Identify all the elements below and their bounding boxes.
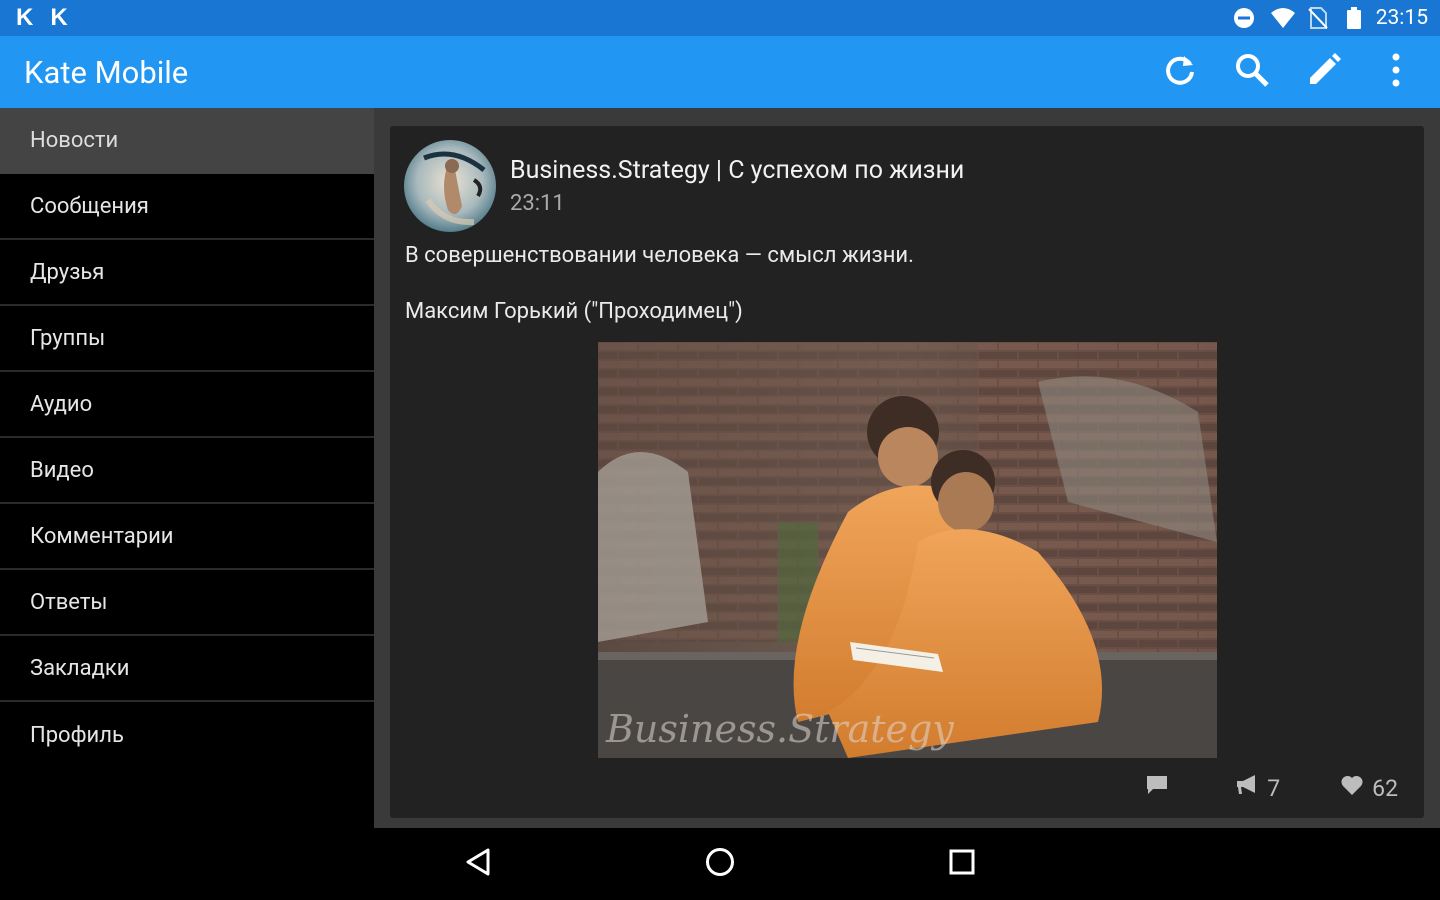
post-text: В совершенствовании человека — смысл жиз… bbox=[405, 242, 914, 354]
megaphone-icon bbox=[1235, 774, 1259, 802]
comment-icon bbox=[1145, 774, 1169, 802]
sidebar-item-video[interactable]: Видео bbox=[0, 438, 374, 504]
sidebar-item-groups[interactable]: Группы bbox=[0, 306, 374, 372]
recent-apps-button[interactable] bbox=[922, 828, 1002, 900]
sidebar-item-comments[interactable]: Комментарии bbox=[0, 504, 374, 570]
repost-button[interactable]: 7 bbox=[1235, 774, 1280, 802]
compose-button[interactable] bbox=[1288, 36, 1360, 108]
refresh-button[interactable] bbox=[1144, 36, 1216, 108]
sidebar-item-friends[interactable]: Друзья bbox=[0, 240, 374, 306]
overflow-menu-icon bbox=[1390, 52, 1402, 92]
kate-notification-icon: K bbox=[16, 4, 33, 31]
kate-notification-icon: K bbox=[50, 4, 67, 31]
post-text-line: В совершенствовании человека — смысл жиз… bbox=[405, 243, 914, 268]
repost-count: 7 bbox=[1267, 774, 1281, 802]
recent-apps-icon bbox=[948, 848, 976, 880]
group-avatar[interactable] bbox=[404, 140, 496, 232]
app-title: Kate Mobile bbox=[24, 53, 189, 91]
action-bar: Kate Mobile bbox=[0, 36, 1440, 108]
no-sim-icon bbox=[1307, 6, 1332, 30]
battery-icon bbox=[1346, 6, 1362, 30]
post-photo[interactable]: Business.Strategy bbox=[598, 342, 1217, 758]
post-header: Business.Strategy | С успехом по жизни 2… bbox=[404, 140, 964, 232]
overflow-menu-button[interactable] bbox=[1360, 36, 1432, 108]
search-icon bbox=[1234, 52, 1270, 92]
like-button[interactable]: 62 bbox=[1340, 774, 1398, 802]
home-icon bbox=[704, 846, 736, 882]
news-feed[interactable]: Business.Strategy | С успехом по жизни 2… bbox=[374, 108, 1440, 828]
post-card[interactable]: Business.Strategy | С успехом по жизни 2… bbox=[390, 126, 1424, 818]
edit-icon bbox=[1306, 52, 1342, 92]
home-button[interactable] bbox=[680, 828, 760, 900]
post-author[interactable]: Business.Strategy | С успехом по жизни bbox=[510, 156, 964, 185]
back-button[interactable] bbox=[438, 828, 518, 900]
status-bar: K K 23:15 bbox=[0, 0, 1440, 36]
status-time: 23:15 bbox=[1375, 6, 1428, 30]
post-actions: 7 62 bbox=[1145, 774, 1398, 802]
sidebar-item-profile[interactable]: Профиль bbox=[0, 702, 374, 768]
wifi-icon bbox=[1270, 6, 1295, 30]
navigation-drawer: Новости Сообщения Друзья Группы Аудио Ви… bbox=[0, 108, 374, 828]
sidebar-item-audio[interactable]: Аудио bbox=[0, 372, 374, 438]
back-icon bbox=[464, 847, 492, 881]
system-navigation-bar bbox=[0, 828, 1440, 900]
post-text-line: Максим Горький ("Проходимец") bbox=[405, 299, 743, 324]
sidebar-item-messages[interactable]: Сообщения bbox=[0, 174, 374, 240]
like-count: 62 bbox=[1372, 774, 1398, 802]
heart-icon bbox=[1340, 774, 1364, 802]
do-not-disturb-icon bbox=[1232, 6, 1256, 30]
search-button[interactable] bbox=[1216, 36, 1288, 108]
sidebar-item-news[interactable]: Новости bbox=[0, 108, 374, 174]
photo-watermark: Business.Strategy bbox=[605, 707, 954, 751]
comment-button[interactable] bbox=[1145, 774, 1169, 802]
refresh-icon bbox=[1162, 52, 1198, 92]
post-time: 23:11 bbox=[510, 191, 565, 216]
sidebar-item-replies[interactable]: Ответы bbox=[0, 570, 374, 636]
sidebar-item-bookmarks[interactable]: Закладки bbox=[0, 636, 374, 702]
